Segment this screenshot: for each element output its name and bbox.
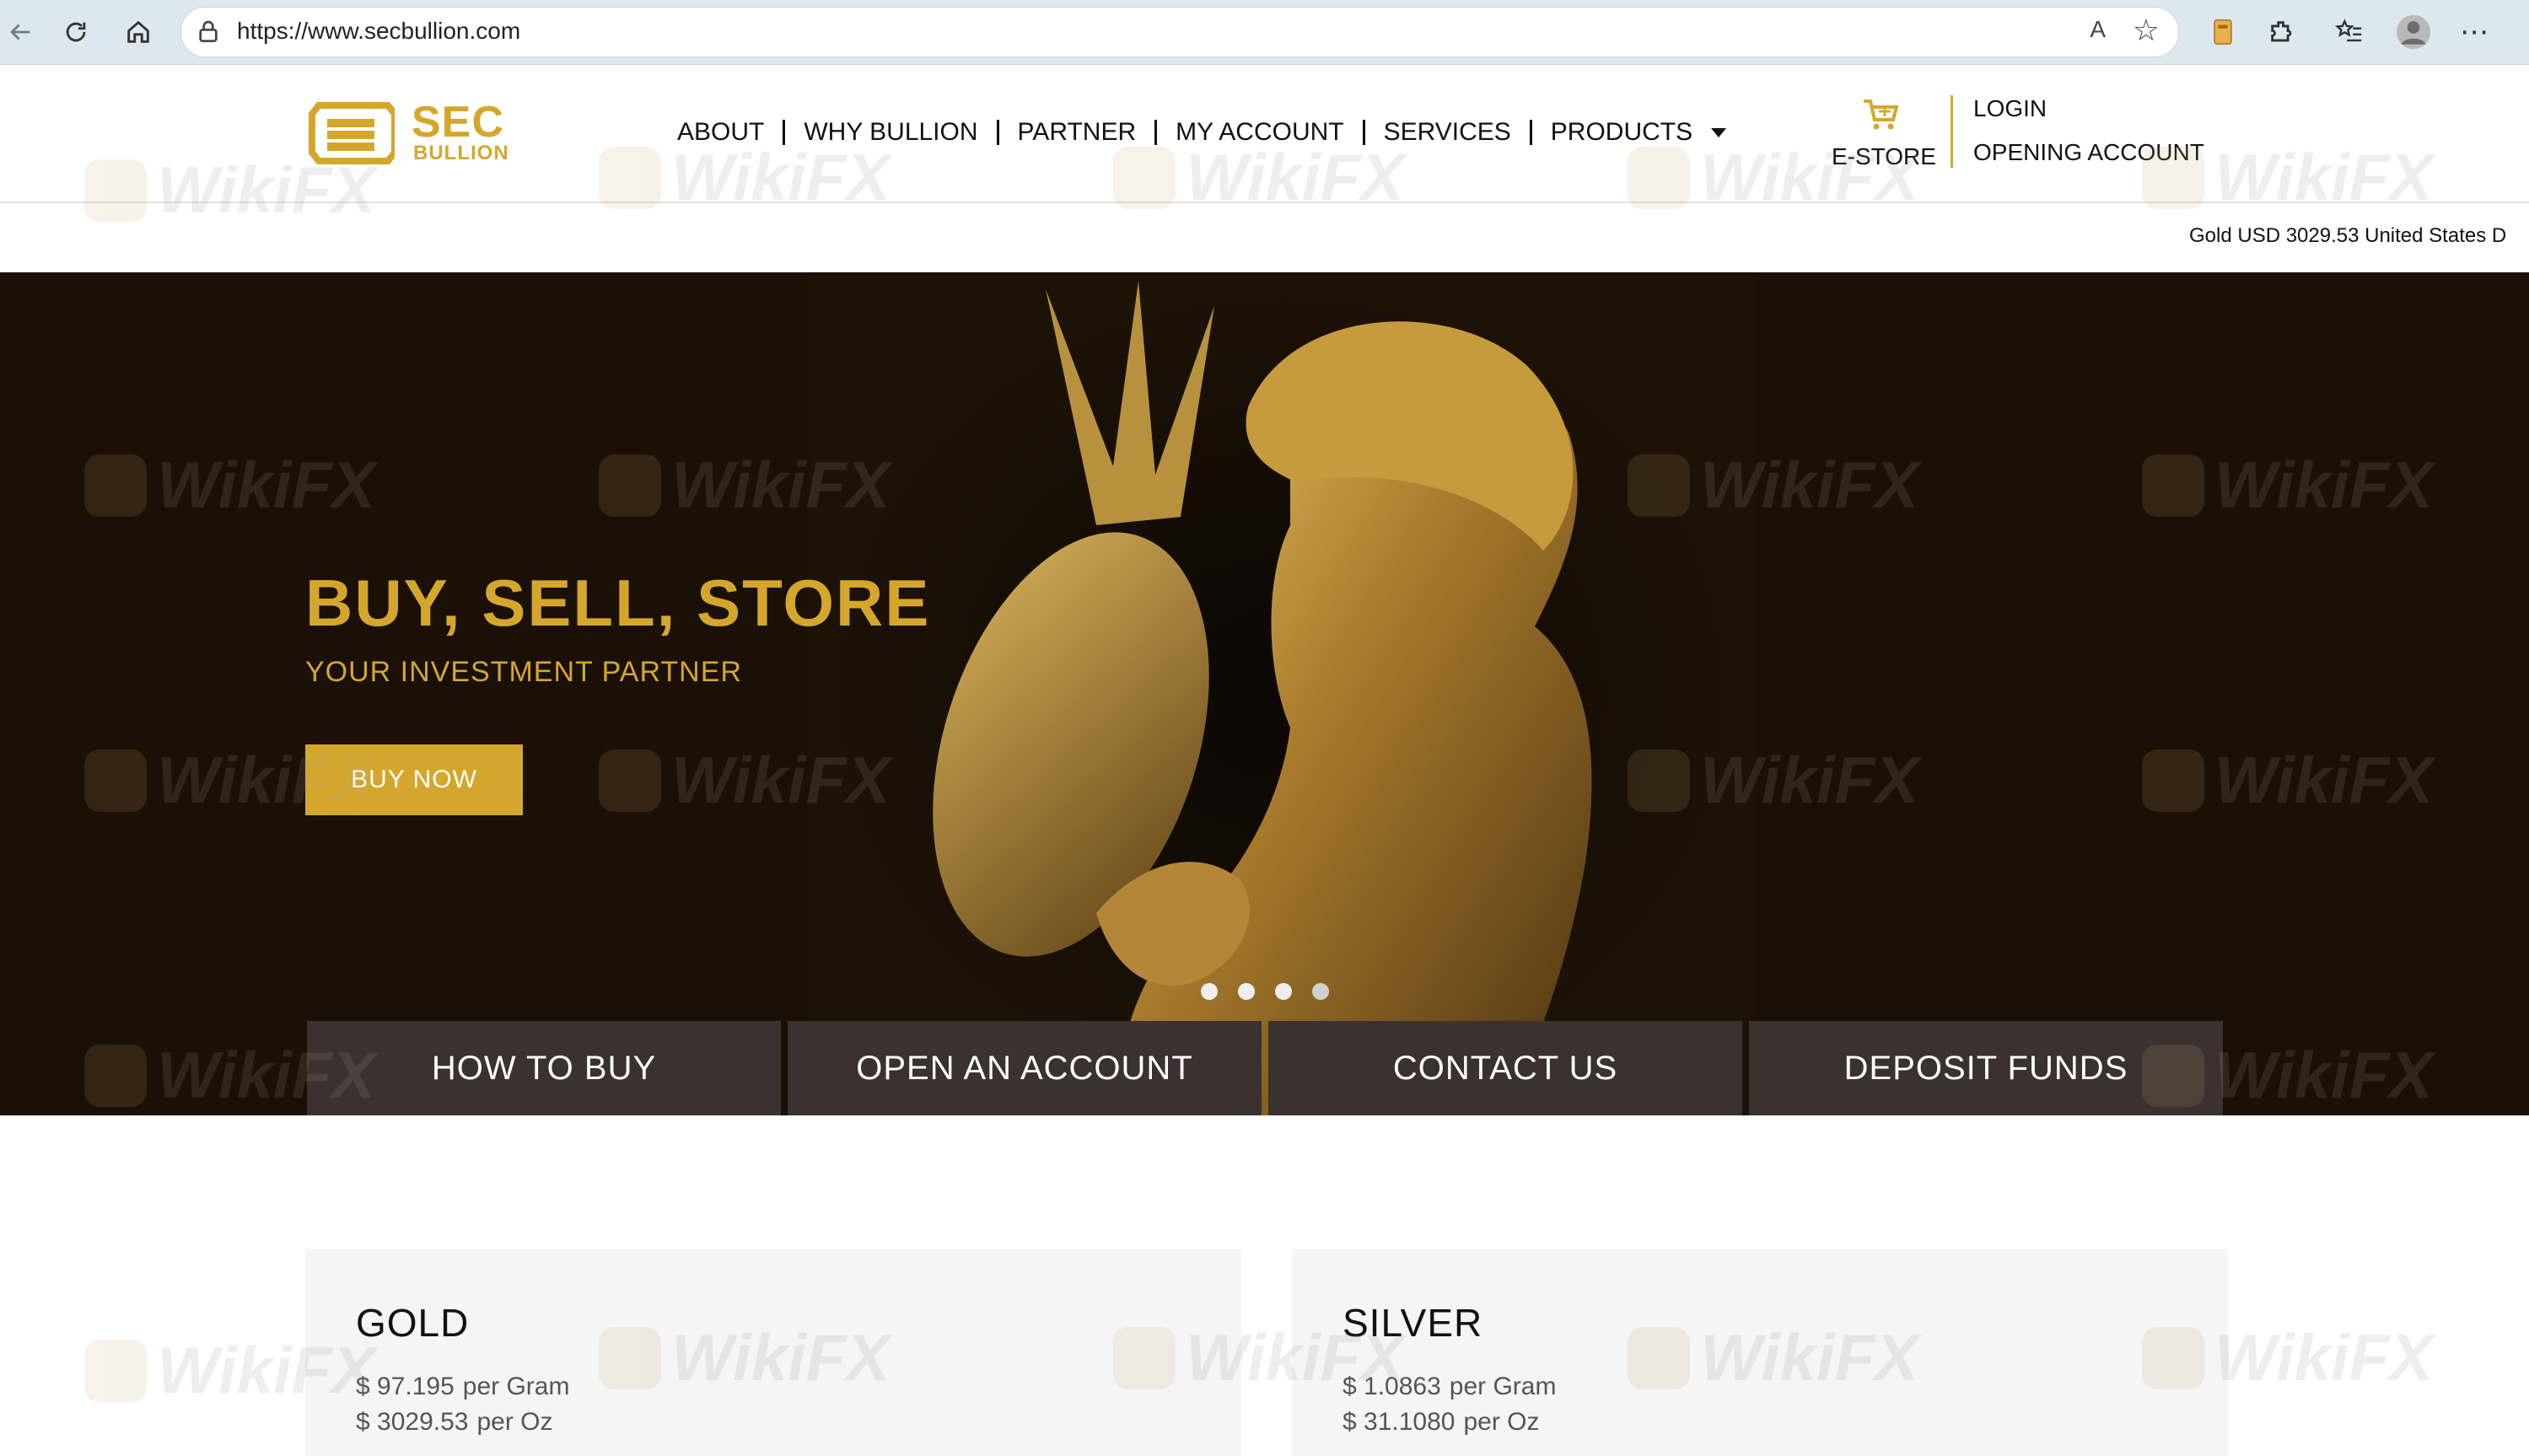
sec-bullion-logo-icon[interactable] [307, 100, 395, 166]
how-to-buy-button[interactable]: HOW TO BUY [307, 1021, 781, 1115]
favorites-icon[interactable] [2329, 12, 2370, 52]
logo-text-sec[interactable]: SEC [412, 97, 504, 148]
slider-dots [1201, 983, 1329, 1000]
nav-why-bullion[interactable]: WHY BULLION [804, 118, 977, 147]
nav-my-account[interactable]: MY ACCOUNT [1176, 118, 1343, 147]
buy-now-button[interactable]: BUY NOW [305, 744, 523, 815]
open-account-button[interactable]: OPEN AN ACCOUNT [788, 1021, 1262, 1115]
lock-icon[interactable] [195, 19, 222, 46]
logo-text-bullion[interactable]: BULLION [413, 142, 509, 165]
estore-link[interactable]: E-STORE [1832, 143, 1936, 170]
header-divider [1951, 95, 1953, 168]
profile-avatar[interactable] [2393, 12, 2434, 52]
gold-gram-value: $ 97.195 [356, 1373, 455, 1400]
hero-title: BUY, SELL, STORE [305, 566, 931, 640]
deposit-funds-button[interactable]: DEPOSIT FUNDS [1749, 1021, 2223, 1115]
gold-gram-unit: per Gram [462, 1373, 570, 1400]
watermark-logo-icon [84, 1339, 147, 1402]
chevron-down-icon[interactable] [1711, 127, 1727, 137]
reload-icon[interactable] [56, 12, 96, 52]
url-text[interactable]: https://www.secbullion.com [237, 18, 520, 45]
gold-title: GOLD [356, 1301, 470, 1345]
nav-separator [1529, 120, 1532, 145]
silver-gram-value: $ 1.0863 [1343, 1373, 1441, 1400]
nav-separator [783, 120, 786, 145]
hero-subtitle: YOUR INVESTMENT PARTNER [305, 656, 742, 688]
cart-icon[interactable] [1862, 98, 1899, 132]
gold-gram-price: $ 97.195 per Gram [356, 1373, 569, 1401]
gold-oz-unit: per Oz [476, 1408, 553, 1436]
silver-oz-unit: per Oz [1463, 1408, 1540, 1436]
silver-gram-price: $ 1.0863 per Gram [1343, 1373, 1556, 1401]
nav-separator [996, 120, 999, 145]
nav-partner[interactable]: PARTNER [1018, 118, 1137, 147]
gold-price-card[interactable]: GOLD $ 97.195 per Gram $ 3029.53 per Oz [305, 1249, 1241, 1456]
nav-services[interactable]: SERVICES [1384, 118, 1511, 147]
silver-gram-unit: per Gram [1449, 1373, 1557, 1400]
silver-oz-value: $ 31.1080 [1343, 1408, 1456, 1436]
nav-about[interactable]: ABOUT [677, 118, 764, 147]
nav-separator [1154, 120, 1158, 145]
slide-dot-2[interactable] [1238, 983, 1255, 1000]
opening-account-link[interactable]: OPENING ACCOUNT [1973, 139, 2204, 166]
silver-price-card[interactable]: SILVER $ 1.0863 per Gram $ 31.1080 per Oz [1292, 1249, 2228, 1456]
login-link[interactable]: LOGIN [1973, 95, 2047, 122]
browser-toolbar: https://www.secbullion.com A ☆ ⋯ [0, 0, 2529, 65]
home-icon[interactable] [118, 12, 159, 52]
more-icon[interactable]: ⋯ [2454, 12, 2494, 52]
silver-oz-price: $ 31.1080 per Oz [1343, 1408, 1540, 1437]
nav-products[interactable]: PRODUCTS [1551, 118, 1692, 147]
contact-us-button[interactable]: CONTACT US [1268, 1021, 1742, 1115]
main-nav: ABOUT WHY BULLION PARTNER MY ACCOUNT SER… [677, 118, 1727, 147]
silver-title: SILVER [1343, 1301, 1483, 1345]
nav-separator [1362, 120, 1365, 145]
read-aloud-icon[interactable]: A [2090, 16, 2106, 43]
puzzle-icon[interactable] [2262, 12, 2302, 52]
price-ticker: Gold USD 3029.53 United States D [2189, 224, 2507, 247]
hero-slider: BUY, SELL, STORE YOUR INVESTMENT PARTNER… [0, 272, 2529, 1115]
extension-icon[interactable] [2203, 12, 2243, 52]
slide-dot-3[interactable] [1275, 983, 1292, 1000]
address-bar[interactable]: https://www.secbullion.com A ☆ [180, 7, 2179, 57]
slide-dot-1[interactable] [1201, 983, 1218, 1000]
slide-dot-4[interactable] [1312, 983, 1329, 1000]
gold-oz-value: $ 3029.53 [356, 1408, 469, 1436]
favorite-star-icon[interactable]: ☆ [2133, 13, 2160, 48]
back-icon[interactable] [0, 12, 40, 52]
gold-oz-price: $ 3029.53 per Oz [356, 1408, 553, 1437]
quick-actions: HOW TO BUY OPEN AN ACCOUNT CONTACT US DE… [307, 1021, 2223, 1115]
